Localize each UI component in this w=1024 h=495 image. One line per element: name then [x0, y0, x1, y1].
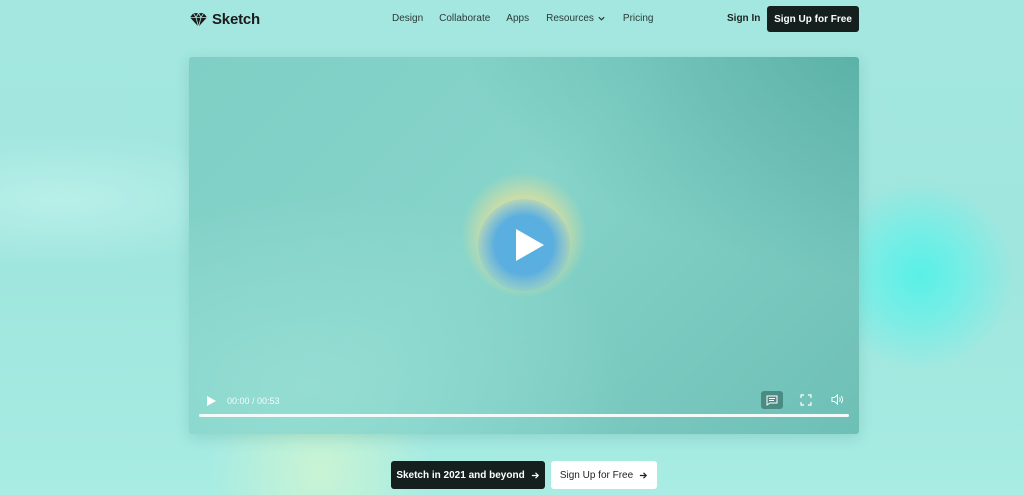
video-progress-fill — [199, 414, 849, 417]
sketch-2021-label: Sketch in 2021 and beyond — [396, 469, 525, 481]
sign-up-cta-label: Sign Up for Free — [559, 469, 634, 481]
sign-up-cta-button[interactable]: Sign Up for Free — [551, 461, 657, 489]
video-player[interactable]: 00:00 / 00:53 — [189, 57, 859, 434]
arrow-right-icon — [640, 471, 648, 479]
diamond-icon — [190, 11, 207, 27]
sign-in-link[interactable]: Sign In — [727, 13, 760, 24]
nav-collaborate[interactable]: Collaborate — [439, 13, 490, 24]
site-header: Sketch Design Collaborate Apps Resources… — [0, 0, 1024, 38]
nav-resources[interactable]: Resources — [546, 13, 606, 24]
play-icon[interactable] — [205, 395, 217, 407]
video-progress-bar[interactable] — [199, 414, 849, 417]
captions-button[interactable] — [761, 391, 783, 409]
fullscreen-icon[interactable] — [800, 394, 812, 406]
chevron-down-icon — [598, 16, 605, 21]
volume-icon[interactable] — [831, 393, 845, 406]
sketch-logo-link[interactable]: Sketch — [190, 10, 260, 28]
main-nav: Design Collaborate Apps Resources Pricin… — [392, 13, 653, 24]
arrow-right-icon — [531, 471, 539, 479]
nav-design[interactable]: Design — [392, 13, 423, 24]
nav-pricing[interactable]: Pricing — [623, 13, 654, 24]
play-icon-large[interactable] — [514, 227, 546, 263]
sketch-2021-button[interactable]: Sketch in 2021 and beyond — [391, 461, 545, 489]
sign-up-button[interactable]: Sign Up for Free — [767, 6, 859, 32]
nav-resources-label: Resources — [546, 13, 594, 24]
video-controls: 00:00 / 00:53 — [189, 384, 859, 434]
logo-text: Sketch — [212, 10, 260, 28]
video-time: 00:00 / 00:53 — [227, 396, 280, 406]
captions-icon — [766, 395, 778, 406]
nav-apps[interactable]: Apps — [506, 13, 529, 24]
